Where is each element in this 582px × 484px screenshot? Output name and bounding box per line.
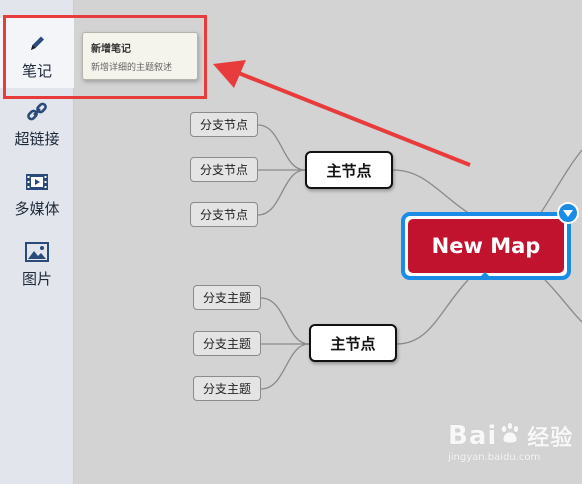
main-node[interactable]: 主节点 [309,324,397,362]
link-icon [25,100,49,124]
film-icon [25,170,49,194]
sidebar-item-image[interactable]: 图片 [0,240,74,296]
connector [257,169,306,216]
paw-icon [499,421,521,452]
connector [260,343,310,390]
watermark-logo-right: 经验 [527,426,574,451]
collapse-toggle-button[interactable] [557,202,579,224]
connector [396,279,469,345]
watermark: Bai 经验 jingyan.baidu.com [448,420,578,470]
central-topic[interactable]: New Map [408,219,564,273]
main-node[interactable]: 主节点 [305,151,393,189]
connector [257,124,306,171]
annotation-highlight-box [3,15,207,99]
branch-node[interactable]: 分支主题 [193,285,261,310]
sidebar-item-label: 多媒体 [14,200,60,218]
branch-node[interactable]: 分支主题 [193,376,261,401]
image-icon [25,240,49,264]
watermark-url: jingyan.baidu.com [448,452,541,463]
sidebar-item-multimedia[interactable]: 多媒体 [0,170,74,226]
watermark-logo-left: Bai [448,421,498,451]
selection-caret-icon [478,272,492,279]
connector [260,297,310,345]
sidebar-item-hyperlink[interactable]: 超链接 [0,100,74,156]
central-topic-selection[interactable]: New Map [401,212,571,280]
branch-node[interactable]: 分支主题 [193,331,261,356]
branch-node[interactable]: 分支节点 [190,157,258,182]
branch-node[interactable]: 分支节点 [190,202,258,227]
connector [392,169,471,215]
branch-node[interactable]: 分支节点 [190,112,258,137]
chevron-down-icon [563,210,573,217]
sidebar-item-label: 图片 [21,270,52,288]
sidebar-item-label: 超链接 [14,130,60,148]
connector [544,279,582,323]
